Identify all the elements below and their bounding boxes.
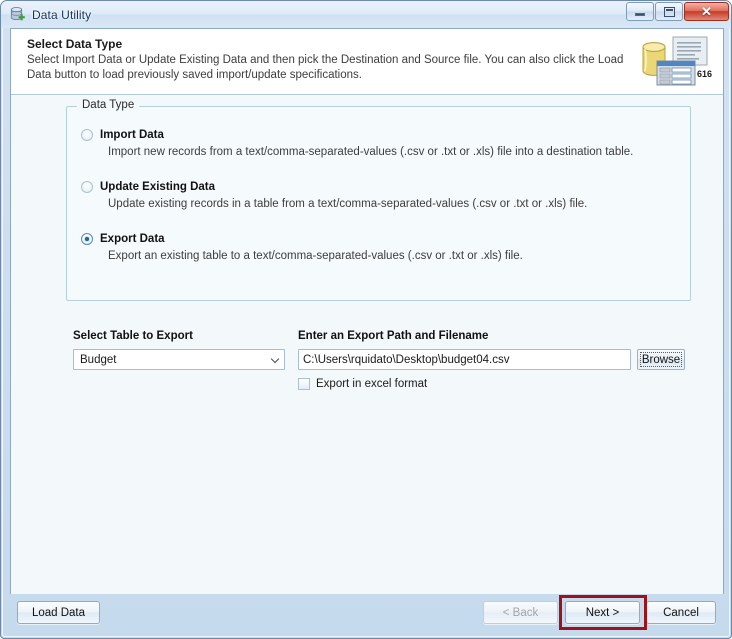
next-button[interactable]: Next > <box>565 601 640 624</box>
table-select-value: Budget <box>80 353 117 366</box>
maximize-button[interactable] <box>655 2 683 21</box>
radio-option-import-data[interactable]: Import Data Import new records from a te… <box>81 129 633 158</box>
cancel-button[interactable]: Cancel <box>646 601 716 624</box>
table-select-combobox[interactable]: Budget <box>73 349 285 370</box>
groupbox-legend: Data Type <box>77 99 140 111</box>
radio-indicator-export-data[interactable] <box>81 233 93 245</box>
excel-format-label: Export in excel format <box>316 378 428 390</box>
maximize-icon <box>663 6 675 17</box>
database-document-form-icon: 616 <box>637 35 715 89</box>
excel-format-checkbox[interactable] <box>298 378 310 390</box>
wizard-body: Data Type Import Data Import new records… <box>11 95 723 594</box>
minimize-button[interactable] <box>626 2 654 21</box>
minimize-icon <box>635 13 645 16</box>
data-utility-window: Data Utility ✕ Select Data Type Select I… <box>0 0 732 639</box>
page-description: Select Import Data or Update Existing Da… <box>27 54 624 81</box>
radio-label-update-existing-data: Update Existing Data <box>100 181 216 193</box>
radio-label-export-data: Export Data <box>100 233 165 245</box>
table-select-section: Select Table to Export Budget <box>73 330 285 370</box>
export-path-label: Enter an Export Path and Filename <box>298 330 489 342</box>
client-area: Select Data Type Select Import Data or U… <box>10 28 724 594</box>
footer-bar: Load Data < Back Next > Cancel <box>10 594 724 631</box>
artwork-badge-text: 616 <box>697 69 712 79</box>
data-type-groupbox: Data Type Import Data Import new records… <box>66 99 691 301</box>
excel-format-checkbox-row[interactable]: Export in excel format <box>298 378 693 390</box>
close-button[interactable]: ✕ <box>684 2 729 21</box>
radio-description-import-data: Import new records from a text/comma-sep… <box>108 146 634 158</box>
back-button: < Back <box>483 601 558 624</box>
radio-label-import-data: Import Data <box>100 129 164 141</box>
load-data-button[interactable]: Load Data <box>17 601 100 624</box>
radio-description-update-existing-data: Update existing records in a table from … <box>108 198 588 210</box>
export-path-value: C:\Users\rquidato\Desktop\budget04.csv <box>303 353 510 366</box>
radio-option-update-existing-data[interactable]: Update Existing Data Update existing rec… <box>81 181 587 210</box>
page-title: Select Data Type <box>27 37 123 51</box>
window-controls: ✕ <box>626 2 729 21</box>
table-select-label: Select Table to Export <box>73 330 193 342</box>
chevron-down-icon[interactable] <box>266 350 284 369</box>
radio-option-export-data[interactable]: Export Data Export an existing table to … <box>81 233 523 262</box>
radio-indicator-import-data[interactable] <box>81 129 93 141</box>
wizard-header: Select Data Type Select Import Data or U… <box>11 29 723 95</box>
window-title: Data Utility <box>32 7 92 22</box>
radio-description-export-data: Export an existing table to a text/comma… <box>108 250 523 262</box>
radio-indicator-update-existing-data[interactable] <box>81 181 93 193</box>
browse-button[interactable]: Browse <box>637 349 685 370</box>
database-add-icon <box>9 6 26 23</box>
title-bar: Data Utility ✕ <box>1 1 731 28</box>
export-path-section: Enter an Export Path and Filename C:\Use… <box>298 330 693 390</box>
close-icon: ✕ <box>701 4 712 19</box>
export-path-input[interactable]: C:\Users\rquidato\Desktop\budget04.csv <box>298 349 631 370</box>
